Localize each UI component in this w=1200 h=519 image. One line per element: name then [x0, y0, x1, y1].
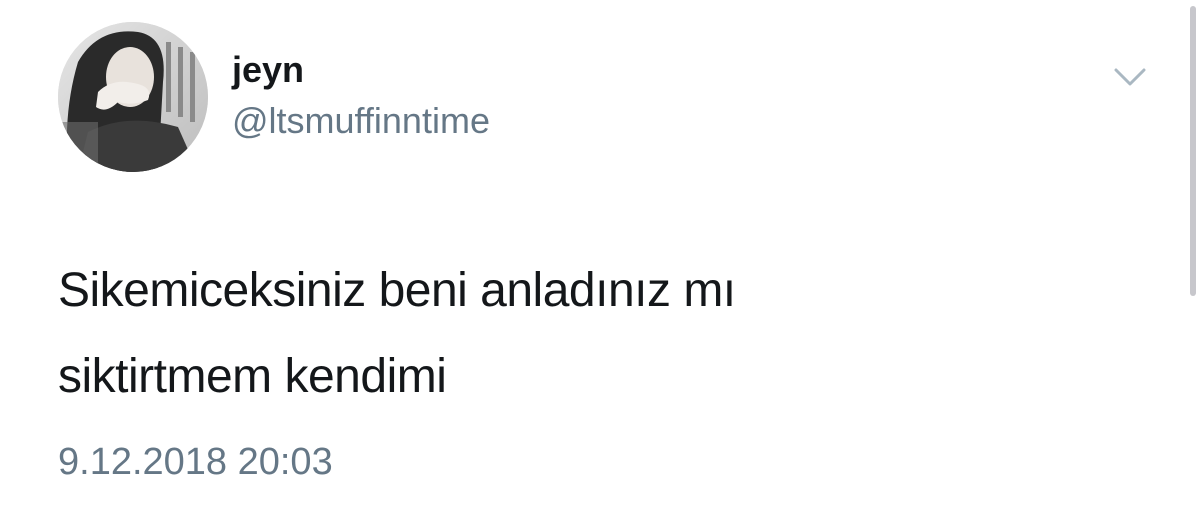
tweet-timestamp[interactable]: 9.12.2018 20:03: [58, 440, 333, 484]
chevron-down-icon[interactable]: [1110, 62, 1150, 90]
tweet-text-line: Sikemiceksiniz beni anladınız mı: [58, 264, 736, 317]
avatar-image: [58, 22, 208, 172]
tweet-card: jeyn @ltsmuffinntime Sikemiceksiniz beni…: [0, 0, 1200, 519]
scrollbar[interactable]: [1190, 6, 1196, 296]
tweet-text: Sikemiceksiniz beni anladınız mı siktirt…: [58, 248, 1138, 420]
avatar[interactable]: [58, 22, 208, 172]
user-handle[interactable]: @ltsmuffinntime: [232, 101, 490, 141]
tweet-text-line: siktirtmem kendimi: [58, 350, 447, 403]
display-name[interactable]: jeyn: [232, 50, 304, 90]
